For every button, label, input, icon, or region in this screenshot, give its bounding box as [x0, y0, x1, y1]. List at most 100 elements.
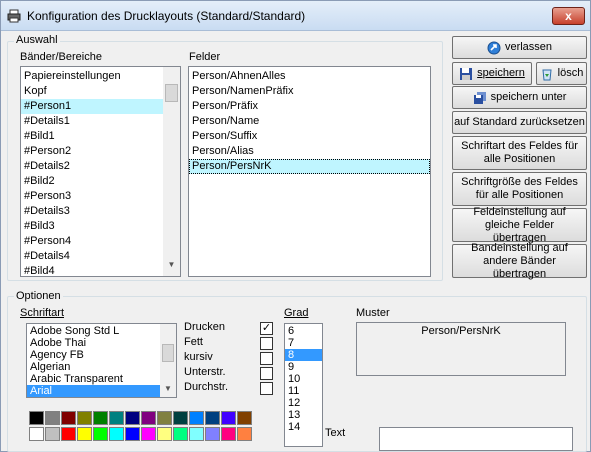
- checkbox[interactable]: [260, 367, 273, 380]
- chevron-down-icon[interactable]: ▼: [160, 384, 176, 393]
- scroll-thumb[interactable]: [162, 344, 174, 362]
- font-item[interactable]: Algerian: [27, 361, 160, 373]
- color-swatch[interactable]: [237, 427, 252, 441]
- text-input[interactable]: [379, 427, 573, 451]
- band-item[interactable]: #Details1: [21, 114, 163, 129]
- font-item[interactable]: Agency FB: [27, 349, 160, 361]
- band-item[interactable]: #Bild1: [21, 129, 163, 144]
- loeschen-button[interactable]: lösch: [536, 62, 587, 85]
- size-item[interactable]: 12: [285, 397, 322, 409]
- size-item[interactable]: 8: [285, 349, 322, 361]
- color-swatch[interactable]: [29, 411, 44, 425]
- color-swatch[interactable]: [157, 427, 172, 441]
- color-swatch[interactable]: [77, 411, 92, 425]
- text-label: Text: [325, 427, 346, 439]
- band-item[interactable]: Kopf: [21, 84, 163, 99]
- font-item[interactable]: Arabic Transparent: [27, 373, 160, 385]
- schriftart-alle-button[interactable]: Schriftart des Feldes für alle Positione…: [452, 136, 587, 170]
- color-swatch[interactable]: [61, 427, 76, 441]
- color-swatch[interactable]: [109, 427, 124, 441]
- baender-scrollbar[interactable]: ▼: [163, 67, 180, 276]
- color-swatch[interactable]: [141, 427, 156, 441]
- field-item[interactable]: Person/Suffix: [189, 129, 430, 144]
- color-swatch[interactable]: [189, 411, 204, 425]
- optionen-legend: Optionen: [14, 290, 63, 302]
- band-item[interactable]: #Person4: [21, 234, 163, 249]
- color-swatch[interactable]: [61, 411, 76, 425]
- color-swatch[interactable]: [173, 411, 188, 425]
- verlassen-button[interactable]: verlassen: [452, 36, 587, 59]
- color-swatch[interactable]: [205, 411, 220, 425]
- color-swatch[interactable]: [173, 427, 188, 441]
- band-item[interactable]: #Person2: [21, 144, 163, 159]
- color-swatch[interactable]: [221, 411, 236, 425]
- checkbox[interactable]: [260, 352, 273, 365]
- checkbox[interactable]: [260, 382, 273, 395]
- font-scrollbar[interactable]: ▼: [160, 324, 176, 397]
- font-item[interactable]: Arial: [27, 385, 160, 397]
- field-item[interactable]: Person/Alias: [189, 144, 430, 159]
- band-item[interactable]: #Details4: [21, 249, 163, 264]
- font-item[interactable]: Adobe Song Std L: [27, 325, 160, 337]
- size-item[interactable]: 10: [285, 373, 322, 385]
- preview-text: Person/PersNrK: [421, 325, 501, 337]
- font-item[interactable]: Adobe Thai: [27, 337, 160, 349]
- field-item[interactable]: Person/Name: [189, 114, 430, 129]
- checkbox[interactable]: [260, 337, 273, 350]
- color-swatch[interactable]: [157, 411, 172, 425]
- color-swatch[interactable]: [125, 411, 140, 425]
- size-item[interactable]: 13: [285, 409, 322, 421]
- schriftgroesse-alle-label: Schriftgröße des Feldes für alle Positio…: [461, 176, 578, 201]
- color-swatch[interactable]: [29, 427, 44, 441]
- baender-list[interactable]: Papiereinstellungen Kopf #Person1 #Details1…: [20, 66, 181, 277]
- speichern-button[interactable]: speichern: [452, 62, 532, 85]
- field-item[interactable]: Person/NamenPräfix: [189, 84, 430, 99]
- size-item[interactable]: 6: [285, 325, 322, 337]
- feldeinstellung-button[interactable]: Feldeinstellung auf gleiche Felder übert…: [452, 206, 587, 244]
- color-swatch[interactable]: [205, 427, 220, 441]
- band-item[interactable]: #Bild3: [21, 219, 163, 234]
- loeschen-label: lösch: [557, 67, 584, 79]
- size-item[interactable]: 11: [285, 385, 322, 397]
- color-swatch[interactable]: [125, 427, 140, 441]
- size-item[interactable]: 14: [285, 421, 322, 433]
- close-button[interactable]: x: [552, 7, 585, 25]
- field-item[interactable]: Person/PersNrK: [189, 159, 430, 174]
- scroll-thumb[interactable]: [165, 84, 178, 102]
- field-item[interactable]: Person/Präfix: [189, 99, 430, 114]
- checkmark-icon: ✓: [261, 322, 272, 334]
- color-swatch[interactable]: [77, 427, 92, 441]
- band-item[interactable]: #Details3: [21, 204, 163, 219]
- color-swatch[interactable]: [221, 427, 236, 441]
- standard-button[interactable]: auf Standard zurücksetzen: [452, 111, 587, 134]
- schriftgroesse-alle-button[interactable]: Schriftgröße des Feldes für alle Positio…: [452, 172, 587, 206]
- felder-list[interactable]: Person/AhnenAlles Person/NamenPräfix Perso…: [188, 66, 431, 277]
- bandeinstellung-button[interactable]: Bandeinstellung auf andere Bänder übertr…: [452, 242, 587, 280]
- schriftart-label: Schriftart: [20, 307, 65, 319]
- size-item[interactable]: 7: [285, 337, 322, 349]
- color-swatch[interactable]: [45, 427, 60, 441]
- color-swatch[interactable]: [237, 411, 252, 425]
- speichern-unter-button[interactable]: speichern unter: [452, 86, 587, 109]
- font-list[interactable]: Adobe Song Std L Adobe Thai Agency FB Alger…: [26, 323, 177, 398]
- color-swatch[interactable]: [109, 411, 124, 425]
- color-swatch[interactable]: [45, 411, 60, 425]
- color-swatch[interactable]: [93, 411, 108, 425]
- chevron-down-icon[interactable]: ▼: [163, 260, 180, 269]
- size-item[interactable]: 9: [285, 361, 322, 373]
- color-swatch[interactable]: [141, 411, 156, 425]
- band-item[interactable]: #Details2: [21, 159, 163, 174]
- color-swatch[interactable]: [93, 427, 108, 441]
- floppy-disks-icon: [473, 91, 486, 104]
- band-item[interactable]: #Bild4: [21, 264, 163, 276]
- band-item[interactable]: #Person3: [21, 189, 163, 204]
- size-list[interactable]: 6 7 8 9 10 11 12 13 14: [284, 323, 323, 447]
- band-item[interactable]: Papiereinstellungen: [21, 69, 163, 84]
- field-item[interactable]: Person/AhnenAlles: [189, 69, 430, 84]
- muster-label: Muster: [356, 307, 390, 319]
- checkbox[interactable]: ✓: [260, 322, 273, 335]
- color-swatch[interactable]: [189, 427, 204, 441]
- band-item[interactable]: #Person1: [21, 99, 163, 114]
- band-item[interactable]: #Bild2: [21, 174, 163, 189]
- title-bar[interactable]: Konfiguration des Drucklayouts (Standard…: [1, 1, 590, 31]
